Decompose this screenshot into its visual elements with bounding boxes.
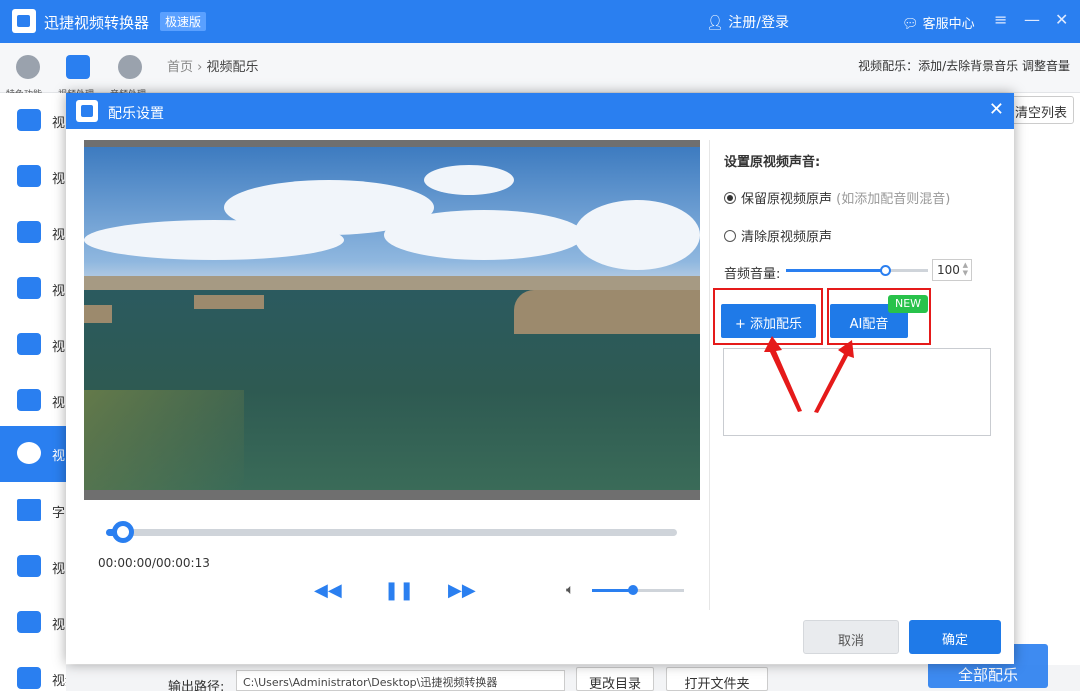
fast-forward-button[interactable]: ▶▶ xyxy=(448,580,476,601)
sidebar-item[interactable]: 视 xyxy=(0,595,66,651)
player-volume-handle[interactable] xyxy=(628,585,638,595)
sidebar-item-label: 视 xyxy=(52,562,66,577)
player-volume-fill xyxy=(592,589,633,592)
sidebar-item[interactable]: 视 xyxy=(0,539,66,595)
video-cloud xyxy=(424,165,514,195)
keep-original-audio-option[interactable]: 保留原视频原声 (如添加配音则混音) xyxy=(724,188,950,207)
gif-icon xyxy=(17,333,41,355)
app-title: 迅捷视频转换器 xyxy=(44,14,150,32)
timecode: 00:00:00/00:00:13 xyxy=(98,556,210,570)
audio-volume-label: 音频音量: xyxy=(724,267,781,282)
output-path-field[interactable]: C:\Users\Administrator\Desktop\迅捷视频转换器 xyxy=(236,670,565,691)
confirm-button[interactable]: 确定 xyxy=(909,620,1001,654)
login-label: 注册/登录 xyxy=(728,15,789,31)
title-bar: 迅捷视频转换器 极速版 👤︎ 注册/登录 💬︎ 客服中心 ≡ — ✕ xyxy=(0,0,1080,43)
video-watermark-icon xyxy=(17,389,41,411)
option-note: (如添加配音则混音) xyxy=(836,192,951,207)
star-icon[interactable] xyxy=(16,55,40,79)
dialog-title: 配乐设置 xyxy=(108,106,164,122)
app-logo-icon xyxy=(12,9,36,33)
option-label: 清除原视频原声 xyxy=(741,230,833,245)
audio-volume-handle[interactable] xyxy=(879,265,891,276)
video-merge-icon xyxy=(17,277,41,299)
sidebar-item[interactable]: 视 xyxy=(0,261,66,317)
feature-hint: 视频配乐：添加/去除背景音乐 调整音量 xyxy=(858,59,1070,73)
video-reverse-icon xyxy=(17,667,41,689)
sidebar-item-label: 视 xyxy=(52,228,66,243)
customer-service-link[interactable]: 💬︎ 客服中心 xyxy=(902,13,975,32)
menu-icon[interactable]: ≡ xyxy=(994,10,1007,29)
sidebar-item-label: 视 xyxy=(52,116,66,131)
video-rock xyxy=(194,295,264,309)
sidebar-item[interactable]: 视 xyxy=(0,93,66,149)
crop-icon xyxy=(17,555,41,577)
login-link[interactable]: 👤︎ 注册/登录 xyxy=(706,12,789,32)
subtitle-icon xyxy=(17,499,41,521)
breadcrumb: 首页 › 视频配乐 xyxy=(167,56,259,75)
sidebar: 视 视 视 视 视 视 视 字 视 视 视频倒放 xyxy=(0,93,104,691)
sidebar-item-label: 视 xyxy=(52,618,66,633)
sidebar-item[interactable]: 视 xyxy=(0,205,66,261)
sidebar-item-label: 视 xyxy=(52,172,66,187)
clear-list-button[interactable]: 清空列表 xyxy=(1008,96,1074,124)
video-frame-icon xyxy=(17,611,41,633)
sidebar-item-label: 字 xyxy=(52,506,66,521)
sidebar-item-label: 视 xyxy=(52,340,66,355)
video-audio-icon xyxy=(17,165,41,187)
audio-volume-input[interactable]: 100 ▲ ▼ xyxy=(932,259,972,281)
dialog-logo-icon xyxy=(76,100,98,122)
sidebar-item-label: 视 xyxy=(52,284,66,299)
audio-volume-value: 100 xyxy=(937,263,960,277)
audio-process-icon[interactable] xyxy=(118,55,142,79)
audio-volume-fill xyxy=(786,269,885,272)
video-progress-handle[interactable] xyxy=(112,521,134,543)
video-split-icon xyxy=(17,221,41,243)
breadcrumb-current: 视频配乐 xyxy=(206,60,259,75)
breadcrumb-separator-icon: › xyxy=(197,60,203,75)
dialog-header: 配乐设置 ✕ xyxy=(66,93,1014,129)
option-label: 保留原视频原声 xyxy=(741,192,833,207)
service-label: 客服中心 xyxy=(922,17,975,32)
sidebar-item[interactable]: 视 xyxy=(0,317,66,373)
music-settings-dialog: 配乐设置 ✕ 00:00:00/00:00:13 ◀◀ ❚❚ ▶▶ 🔈︎ 设置原… xyxy=(66,93,1014,664)
video-cloud xyxy=(384,210,584,260)
output-path-label: 输出路径: xyxy=(168,680,225,691)
sidebar-item[interactable]: 视 xyxy=(0,149,66,205)
cancel-button[interactable]: 取消 xyxy=(803,620,899,654)
sidebar-item[interactable]: 字 xyxy=(0,483,66,539)
video-cloud xyxy=(574,200,700,270)
video-cliff xyxy=(514,290,700,334)
edition-badge: 极速版 xyxy=(160,12,207,31)
remove-original-audio-option[interactable]: 清除原视频原声 xyxy=(724,226,832,245)
user-icon: 👤︎ xyxy=(706,15,724,31)
close-window-button[interactable]: ✕ xyxy=(1055,10,1068,29)
open-folder-button[interactable]: 打开文件夹 xyxy=(666,667,768,691)
dialog-close-button[interactable]: ✕ xyxy=(989,99,1004,120)
annotation-arrows-icon xyxy=(764,336,854,413)
video-convert-icon xyxy=(17,109,41,131)
sidebar-item-label: 视 xyxy=(52,396,66,411)
video-process-icon[interactable] xyxy=(66,55,90,79)
top-navigation: 特色功能 视频处理 音频处理 首页 › 视频配乐 视频配乐：添加/去除背景音乐 … xyxy=(0,43,1080,100)
minimize-button[interactable]: — xyxy=(1024,10,1040,29)
radio-selected-icon[interactable] xyxy=(724,192,736,204)
chat-icon: 💬︎ xyxy=(902,17,919,32)
breadcrumb-home[interactable]: 首页 xyxy=(167,60,193,75)
change-directory-button[interactable]: 更改目录 xyxy=(576,667,654,691)
speaker-icon[interactable]: 🔈︎ xyxy=(566,582,574,598)
video-preview[interactable] xyxy=(84,140,700,500)
video-progress-track[interactable] xyxy=(106,529,677,536)
video-rock xyxy=(84,305,112,323)
video-music-icon xyxy=(17,442,41,464)
sidebar-item-label: 视 xyxy=(52,449,66,464)
sidebar-item-video-music[interactable]: 视 xyxy=(0,426,66,482)
rewind-button[interactable]: ◀◀ xyxy=(314,580,342,601)
video-shore xyxy=(84,390,244,490)
panel-divider xyxy=(709,140,710,610)
pause-button[interactable]: ❚❚ xyxy=(384,580,414,601)
spinner-icon[interactable]: ▲ ▼ xyxy=(963,261,968,277)
radio-unselected-icon[interactable] xyxy=(724,230,736,242)
original-audio-heading: 设置原视频声音: xyxy=(724,155,821,170)
sidebar-item[interactable]: 视 xyxy=(0,373,66,429)
